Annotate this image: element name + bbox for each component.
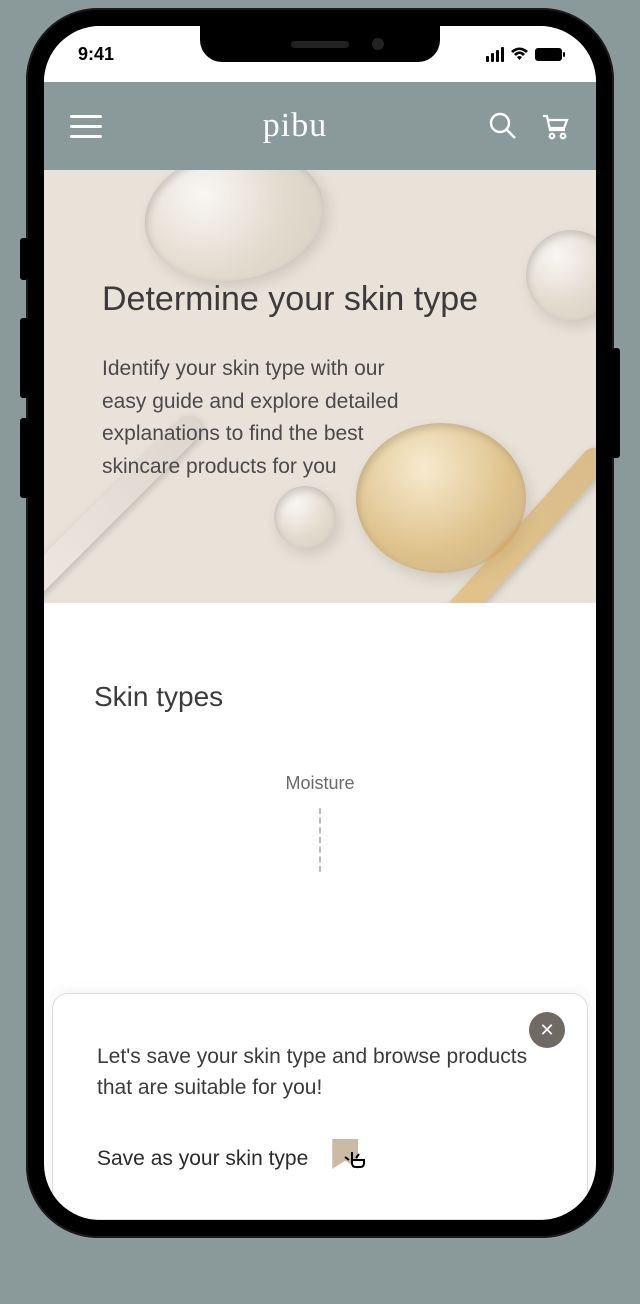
- screen: 9:41 pibu: [44, 26, 596, 1220]
- side-button: [612, 348, 620, 458]
- notch: [200, 26, 440, 62]
- menu-button[interactable]: [70, 115, 102, 138]
- camera: [372, 38, 384, 50]
- hero: Determine your skin type Identify your s…: [44, 170, 596, 603]
- axis-line: [319, 808, 321, 872]
- save-skin-type-sheet: ✕ Let's save your skin type and browse p…: [52, 993, 588, 1220]
- brand-logo: pibu: [263, 107, 327, 145]
- side-button: [20, 238, 28, 280]
- side-button: [20, 418, 28, 498]
- close-button[interactable]: ✕: [529, 1012, 565, 1048]
- wifi-icon: [510, 47, 529, 61]
- sheet-action-label: Save as your skin type: [97, 1147, 308, 1171]
- save-skin-type-button[interactable]: Save as your skin type: [97, 1139, 543, 1179]
- cart-icon[interactable]: [540, 111, 570, 141]
- hero-title: Determine your skin type: [102, 280, 554, 319]
- sheet-message: Let's save your skin type and browse pro…: [97, 1042, 543, 1103]
- status-right: [486, 47, 562, 62]
- speaker: [291, 41, 349, 48]
- close-icon: ✕: [539, 1020, 554, 1041]
- side-button: [20, 318, 28, 398]
- skin-types-section: Skin types Moisture: [44, 603, 596, 912]
- axis-label-moisture: Moisture: [94, 773, 546, 794]
- hero-description: Identify your skin type with our easy gu…: [102, 353, 402, 483]
- bookmark-tap-icon: [332, 1139, 372, 1179]
- search-icon[interactable]: [488, 111, 518, 141]
- phone-frame: 9:41 pibu: [26, 8, 614, 1238]
- status-time: 9:41: [78, 44, 114, 65]
- signal-icon: [486, 47, 504, 62]
- app-header: pibu: [44, 82, 596, 170]
- battery-icon: [535, 48, 562, 61]
- section-title: Skin types: [94, 681, 546, 713]
